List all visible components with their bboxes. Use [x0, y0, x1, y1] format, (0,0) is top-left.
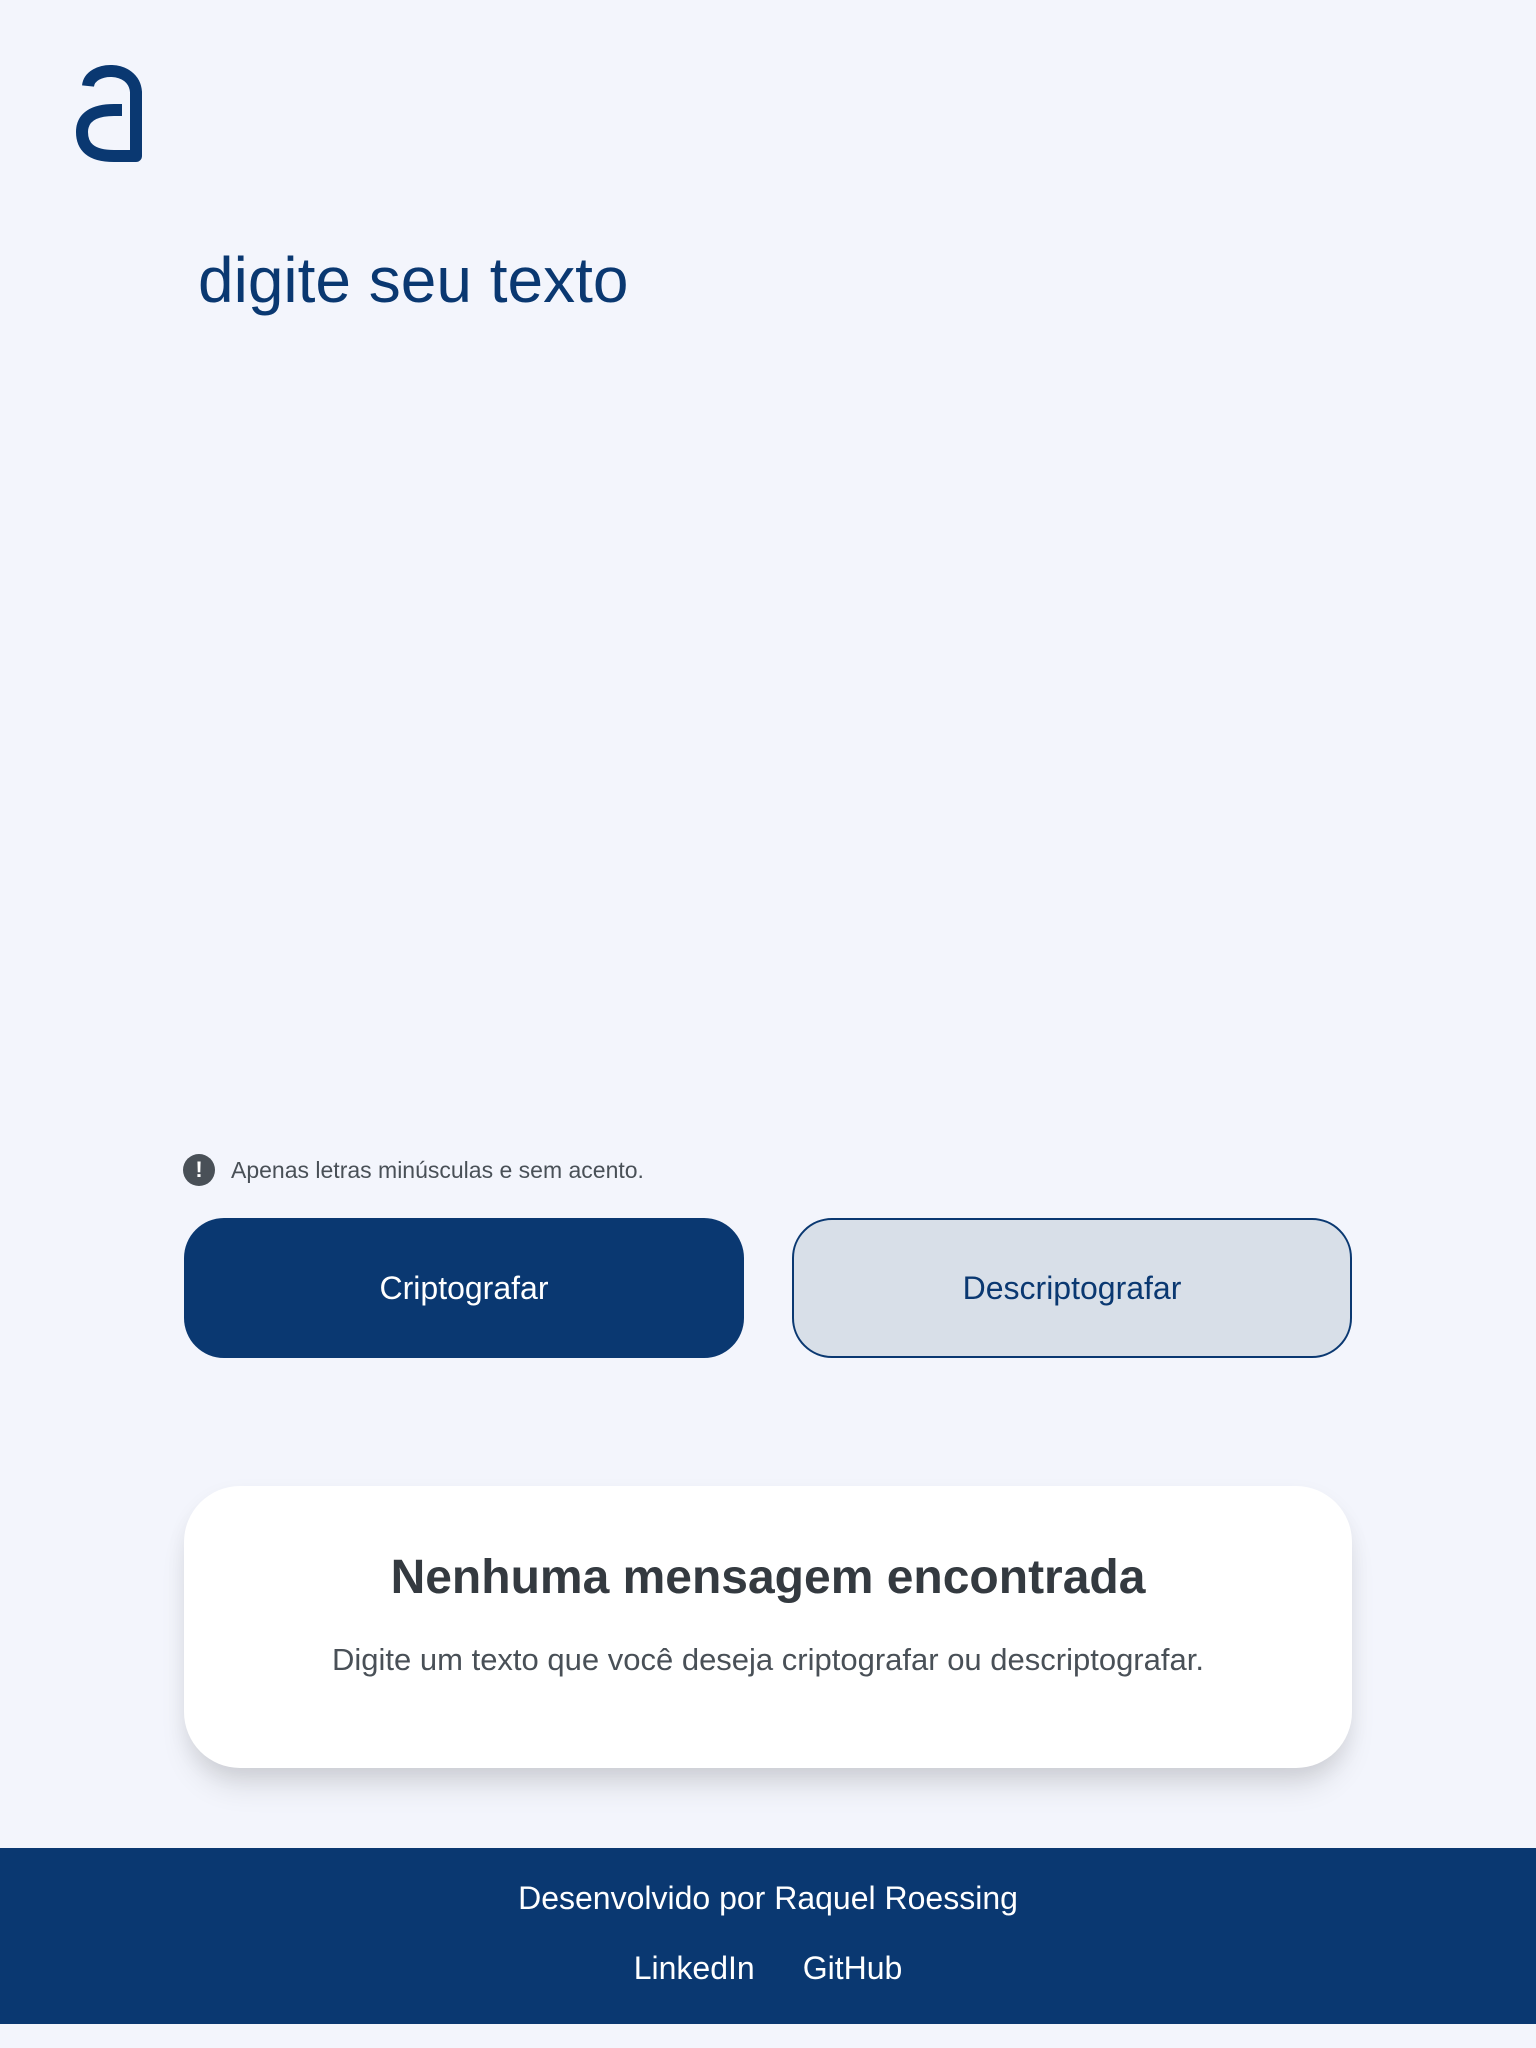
alura-logo [76, 65, 142, 162]
input-hint: ! Apenas letras minúsculas e sem acento. [183, 1153, 644, 1187]
footer-links: LinkedIn GitHub [0, 1950, 1536, 1987]
footer-credit: Desenvolvido por Raquel Roessing [518, 1880, 1018, 1916]
linkedin-link[interactable]: LinkedIn [634, 1950, 755, 1987]
footer: Desenvolvido por Raquel Roessing LinkedI… [0, 1848, 1536, 2024]
exclamation-circle-icon: ! [183, 1154, 215, 1186]
result-description: Digite um texto que você deseja criptogr… [332, 1642, 1204, 1677]
decrypt-button[interactable]: Descriptografar [792, 1218, 1352, 1358]
text-input[interactable] [198, 240, 1338, 1100]
result-panel: Nenhuma mensagem encontrada Digite um te… [184, 1486, 1352, 1768]
result-title: Nenhuma mensagem encontrada [390, 1551, 1146, 1604]
github-link[interactable]: GitHub [803, 1950, 903, 1987]
hint-text: Apenas letras minúsculas e sem acento. [231, 1156, 644, 1183]
encrypt-button[interactable]: Criptografar [184, 1218, 744, 1358]
